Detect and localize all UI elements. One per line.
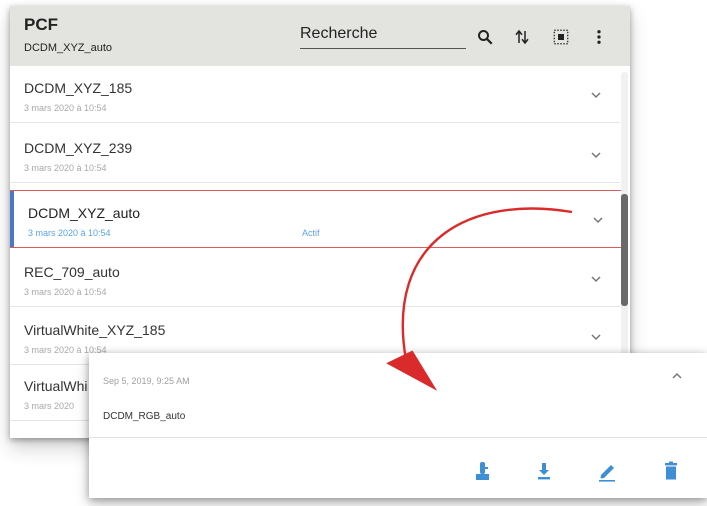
item-name: DCDM_XYZ_239 xyxy=(24,140,133,156)
chevron-down-icon[interactable] xyxy=(590,90,602,100)
page-title: PCF xyxy=(24,15,58,34)
search-icon[interactable] xyxy=(476,28,494,46)
current-profile-label: DCDM_XYZ_auto xyxy=(24,42,113,54)
search-input[interactable] xyxy=(300,22,460,46)
item-date: 3 mars 2020 à 10:54 xyxy=(28,228,111,238)
chevron-down-icon[interactable] xyxy=(592,215,604,225)
status-badge: Actif xyxy=(302,228,320,238)
more-vert-icon[interactable] xyxy=(590,28,608,46)
scrollbar-thumb[interactable] xyxy=(621,194,628,306)
item-name: VirtualWhite_XYZ_185 xyxy=(24,322,166,338)
item-name: DCDM_XYZ_185 xyxy=(24,80,133,96)
search-field[interactable] xyxy=(300,22,466,49)
chevron-down-icon[interactable] xyxy=(590,274,602,284)
item-date: 3 mars 2020 à 10:54 xyxy=(24,287,107,297)
detail-date: Sep 5, 2019, 9:25 AM xyxy=(103,376,190,386)
delete-icon[interactable] xyxy=(661,460,681,482)
item-date: 3 mars 2020 xyxy=(24,401,75,411)
download-icon[interactable] xyxy=(534,460,554,482)
install-icon[interactable] xyxy=(473,460,493,482)
detail-card: Sep 5, 2019, 9:25 AM DCDM_RGB_auto xyxy=(89,353,707,498)
select-all-icon[interactable] xyxy=(552,28,570,46)
list-item[interactable]: DCDM_XYZ_185 3 mars 2020 à 10:54 xyxy=(10,66,620,123)
list-item-active[interactable]: DCDM_XYZ_auto 3 mars 2020 à 10:54 Actif xyxy=(10,190,623,248)
item-name: DCDM_XYZ_auto xyxy=(28,205,141,221)
list-item[interactable]: REC_709_auto 3 mars 2020 à 10:54 xyxy=(10,250,620,307)
app-header: PCF DCDM_XYZ_auto xyxy=(10,6,630,66)
item-date: 3 mars 2020 à 10:54 xyxy=(24,103,107,113)
sort-icon[interactable] xyxy=(513,28,531,46)
chevron-down-icon[interactable] xyxy=(590,332,602,342)
list-item[interactable]: DCDM_XYZ_239 3 mars 2020 à 10:54 xyxy=(10,126,620,183)
item-name: VirtualWhi xyxy=(24,378,88,394)
edit-icon[interactable] xyxy=(597,460,617,482)
item-date: 3 mars 2020 à 10:54 xyxy=(24,163,107,173)
detail-name: DCDM_RGB_auto xyxy=(103,411,186,422)
chevron-down-icon[interactable] xyxy=(590,150,602,160)
item-name: REC_709_auto xyxy=(24,264,120,280)
divider xyxy=(89,437,707,438)
chevron-up-icon[interactable] xyxy=(671,371,683,381)
